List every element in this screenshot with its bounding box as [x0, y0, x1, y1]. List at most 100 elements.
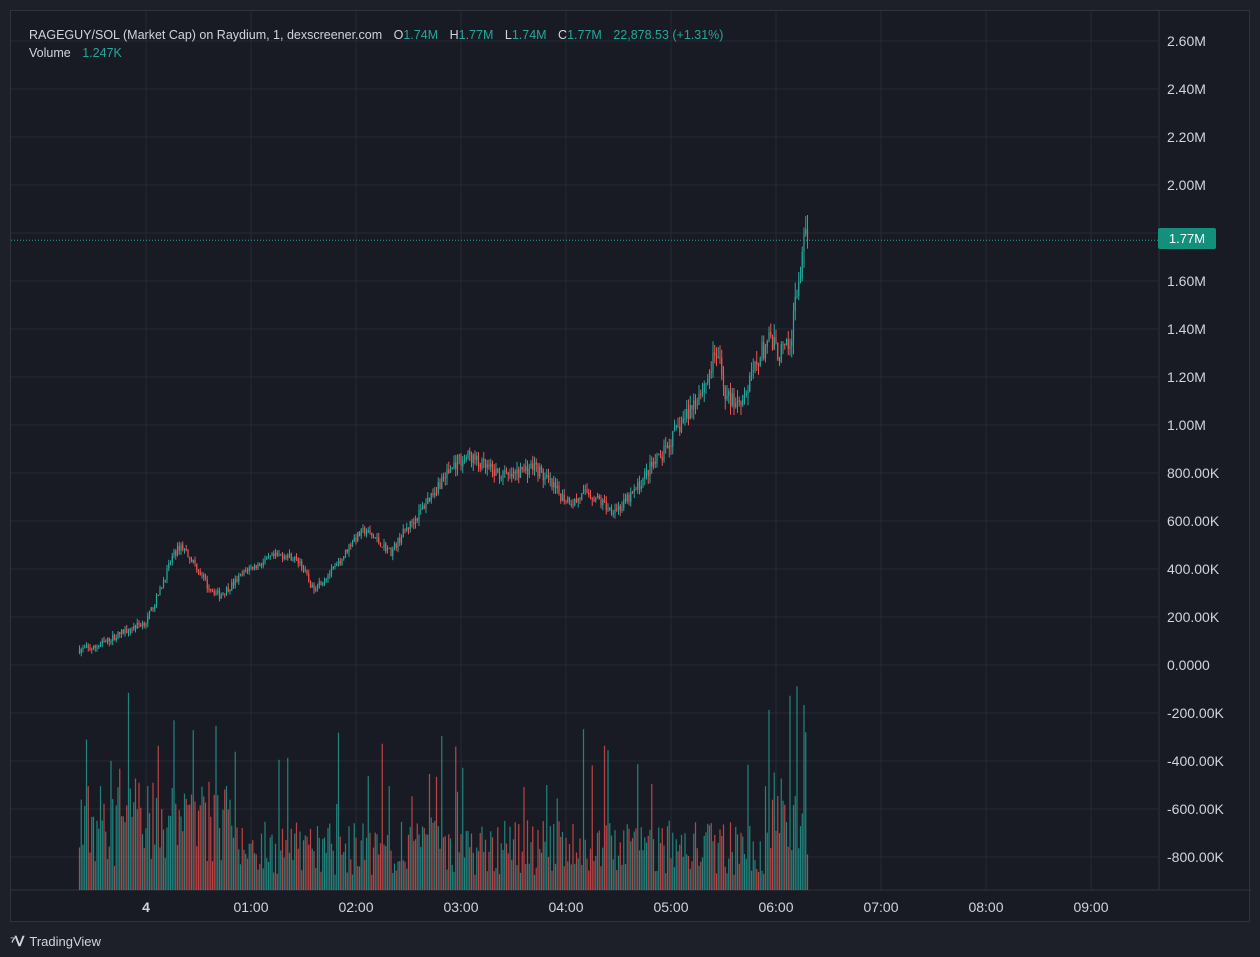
volume-bar — [631, 838, 634, 890]
candle-body — [140, 624, 142, 627]
candle-body — [602, 499, 604, 506]
candle-body — [658, 454, 660, 456]
candle-body — [497, 468, 499, 473]
volume-bar — [722, 824, 725, 890]
candle-body — [350, 544, 352, 547]
volume-bar — [798, 848, 800, 890]
candle-body — [176, 546, 179, 556]
volume-bar — [553, 824, 555, 890]
volume-bar — [113, 865, 116, 890]
candle-body — [726, 395, 728, 400]
volume-bar — [320, 871, 322, 890]
candle-body — [80, 649, 82, 653]
candle-body — [689, 405, 691, 419]
candle-body — [595, 498, 597, 501]
candle-body — [691, 405, 693, 410]
volume-bar — [399, 860, 401, 890]
volume-bar — [295, 822, 298, 890]
volume-bar — [217, 795, 219, 890]
volume-bar — [168, 815, 170, 890]
y-tick-label: -800.00K — [1167, 849, 1224, 865]
candle-body — [614, 509, 616, 514]
candle-body — [85, 645, 88, 648]
volume-bar — [705, 832, 707, 890]
candle-body — [549, 478, 551, 480]
volume-bar — [775, 830, 777, 890]
candle-body — [124, 628, 126, 634]
candle-body — [341, 558, 343, 565]
candle-body — [441, 477, 443, 489]
candle-body — [605, 502, 607, 510]
volume-bar — [731, 851, 733, 890]
volume-bar — [442, 837, 445, 890]
volume-bar — [609, 823, 611, 890]
volume-bar — [493, 871, 495, 890]
volume-bar — [297, 848, 299, 890]
candle-body — [399, 537, 401, 543]
volume-bar — [617, 855, 620, 890]
volume-bar — [745, 858, 747, 890]
candle-body — [703, 383, 705, 393]
volume-bar — [393, 863, 396, 890]
y-tick-label: 1.00M — [1167, 417, 1206, 433]
candle-body — [806, 229, 809, 241]
candle-body — [185, 549, 187, 551]
candle-body — [584, 489, 586, 491]
volume-bar — [145, 828, 147, 890]
candle-body — [551, 478, 553, 488]
candle-body — [698, 393, 700, 405]
price-chart[interactable]: 2.60M2.40M2.20M2.00M1.80M1.60M1.40M1.20M… — [11, 11, 1251, 923]
volume-bar — [794, 796, 796, 890]
candle-body — [435, 493, 438, 495]
volume-bar — [656, 870, 658, 890]
volume-bar — [686, 854, 688, 890]
candle-body — [588, 492, 590, 496]
candle-body — [343, 556, 345, 559]
candle-body — [560, 493, 562, 501]
volume-bar — [162, 829, 165, 890]
volume-bar — [105, 831, 107, 890]
volume-bar — [199, 805, 201, 890]
volume-bar — [392, 872, 394, 890]
footer[interactable]: ⁷ᐯ TradingView — [10, 930, 101, 952]
candle-body — [673, 427, 676, 432]
candle-body — [309, 580, 312, 588]
volume-bar — [645, 842, 648, 890]
candle-body — [659, 454, 662, 458]
volume-bar — [712, 841, 714, 890]
volume-bar — [696, 848, 698, 890]
candle-body — [742, 395, 744, 405]
candle-body — [420, 508, 422, 511]
candle-body — [243, 570, 245, 574]
candle-body — [444, 477, 446, 479]
candle-body — [771, 335, 774, 350]
volume-bar — [623, 830, 625, 890]
candle-body — [778, 359, 781, 362]
volume-bar — [220, 860, 222, 890]
candle-body — [530, 463, 532, 469]
volume-bar — [94, 861, 96, 890]
volume-bar — [103, 803, 105, 890]
candle-body — [225, 587, 228, 595]
volume-bar — [621, 864, 623, 890]
candle-body — [112, 634, 114, 642]
volume-bar — [185, 798, 187, 890]
candle-body — [232, 582, 235, 586]
volume-bar — [159, 847, 161, 890]
volume-bar — [719, 829, 721, 890]
candle-body — [633, 489, 635, 493]
candle-body — [761, 341, 763, 359]
candle-body — [477, 455, 480, 464]
candle-body — [798, 281, 800, 297]
candle-body — [474, 454, 476, 460]
candle-body — [500, 477, 502, 479]
volume-bar — [451, 864, 453, 890]
candle-body — [502, 471, 504, 478]
volume-bar — [232, 837, 235, 890]
volume-bar — [161, 809, 163, 890]
volume-bar — [726, 873, 728, 890]
volume-bar — [717, 842, 719, 890]
volume-bar — [637, 764, 639, 890]
chart-frame[interactable]: 2.60M2.40M2.20M2.00M1.80M1.60M1.40M1.20M… — [10, 10, 1251, 923]
candle-body — [106, 637, 109, 641]
